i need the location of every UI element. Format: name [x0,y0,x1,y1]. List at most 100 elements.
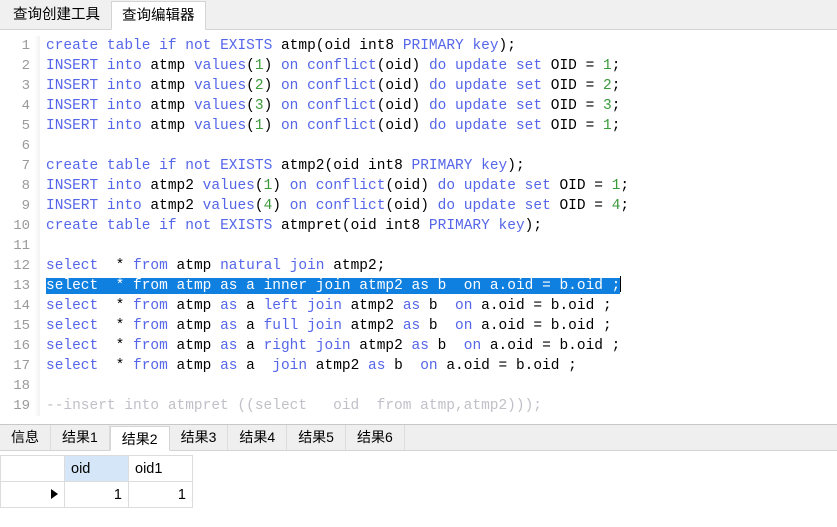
code-token: atmp [141,78,194,94]
code-token: as [220,298,238,314]
code-line[interactable]: 2 INSERT into atmp values(1) on conflict(… [0,56,837,76]
code-line[interactable]: 19 --insert into atmpret ((select oid fro… [0,396,837,416]
code-line[interactable]: 1 create table if not EXISTS atmp(oid int… [0,36,837,56]
code-line[interactable]: 4 INSERT into atmp values(3) on conflict(… [0,96,837,116]
result-tab-0[interactable]: 信息 [0,425,51,450]
line-number: 3 [0,76,34,96]
code-token: (oid) [376,78,429,94]
code-token: as [220,318,238,334]
code-line[interactable]: 3 INSERT into atmp values(2) on conflict(… [0,76,837,96]
code-line-text[interactable] [40,236,837,256]
table-cell[interactable]: 1 [64,481,129,508]
code-token: ( [246,58,255,74]
code-token: INSERT [46,78,99,94]
code-token: natural [220,258,281,274]
code-line-text[interactable]: select * from atmp as a right join atmp2… [40,336,837,356]
code-token: update [455,98,508,114]
code-line-text[interactable]: INSERT into atmp values(1) on conflict(o… [40,56,837,76]
code-line[interactable]: 14 select * from atmp as a left join atmp… [0,296,837,316]
table-cell[interactable]: 1 [128,481,193,508]
code-token: as [220,278,238,294]
result-grid[interactable]: oid oid1 11 [0,455,193,508]
code-token: ) [263,78,281,94]
code-token: PRIMARY [411,158,473,174]
code-line[interactable]: 6 [0,136,837,156]
code-line[interactable]: 11 [0,236,837,256]
code-line-text[interactable]: select * from atmp as a left join atmp2 … [40,296,837,316]
code-line[interactable]: 8 INSERT into atmp2 values(1) on conflict… [0,176,837,196]
column-header[interactable]: oid1 [128,455,193,482]
code-token: conflict [307,98,377,114]
code-line-text[interactable] [40,376,837,396]
code-line-text[interactable]: INSERT into atmp2 values(1) on conflict(… [40,176,837,196]
result-tab-5[interactable]: 结果5 [287,425,346,450]
code-line[interactable]: 17 select * from atmp as a join atmp2 as … [0,356,837,376]
code-line[interactable]: 12 select * from atmp natural join atmp2; [0,256,837,276]
code-line[interactable]: 18 [0,376,837,396]
code-line-text[interactable]: select * from atmp natural join atmp2; [40,256,837,276]
code-token: INSERT [46,198,99,214]
code-token: OID = [542,58,603,74]
code-line-text[interactable]: INSERT into atmp values(3) on conflict(o… [40,96,837,116]
code-line[interactable]: 7 create table if not EXISTS atmp2(oid in… [0,156,837,176]
code-token: atmp [167,358,221,374]
top-tab-0[interactable]: 查询创建工具 [2,0,111,29]
code-token: PRIMARY [402,38,464,54]
sql-editor[interactable]: 1 create table if not EXISTS atmp(oid int… [0,30,837,425]
code-line-text[interactable]: create table if not EXISTS atmp(oid int8… [40,36,837,56]
code-token: as [368,358,386,374]
code-line[interactable]: 9 INSERT into atmp2 values(4) on conflict… [0,196,837,216]
code-token: ( [246,118,255,134]
code-line-text[interactable]: select * from atmp as a full join atmp2 … [40,316,837,336]
code-token: on [280,78,299,94]
code-line-text[interactable]: select * from atmp as a join atmp2 as b … [40,356,837,376]
code-line[interactable]: 5 INSERT into atmp values(1) on conflict(… [0,116,837,136]
code-line-text[interactable]: create table if not EXISTS atmp2(oid int… [40,156,837,176]
code-token: join [272,358,308,374]
result-tab-6[interactable]: 结果6 [345,425,405,450]
code-token: INSERT [46,58,99,74]
result-tab-4[interactable]: 结果4 [228,425,288,450]
column-header[interactable]: oid [64,455,129,482]
code-line-text[interactable]: create table if not EXISTS atmpret(oid i… [40,216,837,236]
code-line[interactable]: 16 select * from atmp as a right join atm… [0,336,837,356]
code-line-text[interactable]: INSERT into atmp values(2) on conflict(o… [40,76,837,96]
line-number: 5 [0,116,34,136]
code-line[interactable]: 10 create table if not EXISTS atmpret(oid… [0,216,837,236]
code-line-text[interactable]: INSERT into atmp2 values(4) on conflict(… [40,196,837,216]
result-tab-2[interactable]: 结果2 [109,426,170,451]
code-line[interactable]: 15 select * from atmp as a full join atmp… [0,316,837,336]
top-tab-1[interactable]: 查询编辑器 [111,1,206,30]
line-number: 12 [0,256,34,276]
result-tab-1[interactable]: 结果1 [51,425,110,450]
code-token: from [133,318,168,334]
result-tab-3[interactable]: 结果3 [169,425,229,450]
code-line-text[interactable]: INSERT into atmp values(1) on conflict(o… [40,116,837,136]
code-token: table [106,158,151,174]
code-token: do [437,178,456,194]
code-token: (oid) [385,178,438,194]
code-token: select [46,278,99,294]
result-grid-wrap[interactable]: oid oid1 11 [0,451,837,527]
table-row[interactable]: 11 [0,481,193,508]
code-token: b [420,318,456,334]
code-token: ( [246,98,255,114]
code-token: as [402,298,421,314]
code-line-text[interactable]: --insert into atmpret ((select oid from … [40,396,837,416]
code-token: atmp2; [324,258,386,274]
code-line-text[interactable]: select * from atmp as a inner join atmp2… [40,276,837,296]
code-token: update [463,198,516,214]
code-lines-container[interactable]: 1 create table if not EXISTS atmp(oid int… [0,30,837,416]
code-line[interactable]: 13 select * from atmp as a inner join atm… [0,276,837,296]
row-selector[interactable] [0,481,65,508]
code-line-text[interactable] [40,136,837,156]
